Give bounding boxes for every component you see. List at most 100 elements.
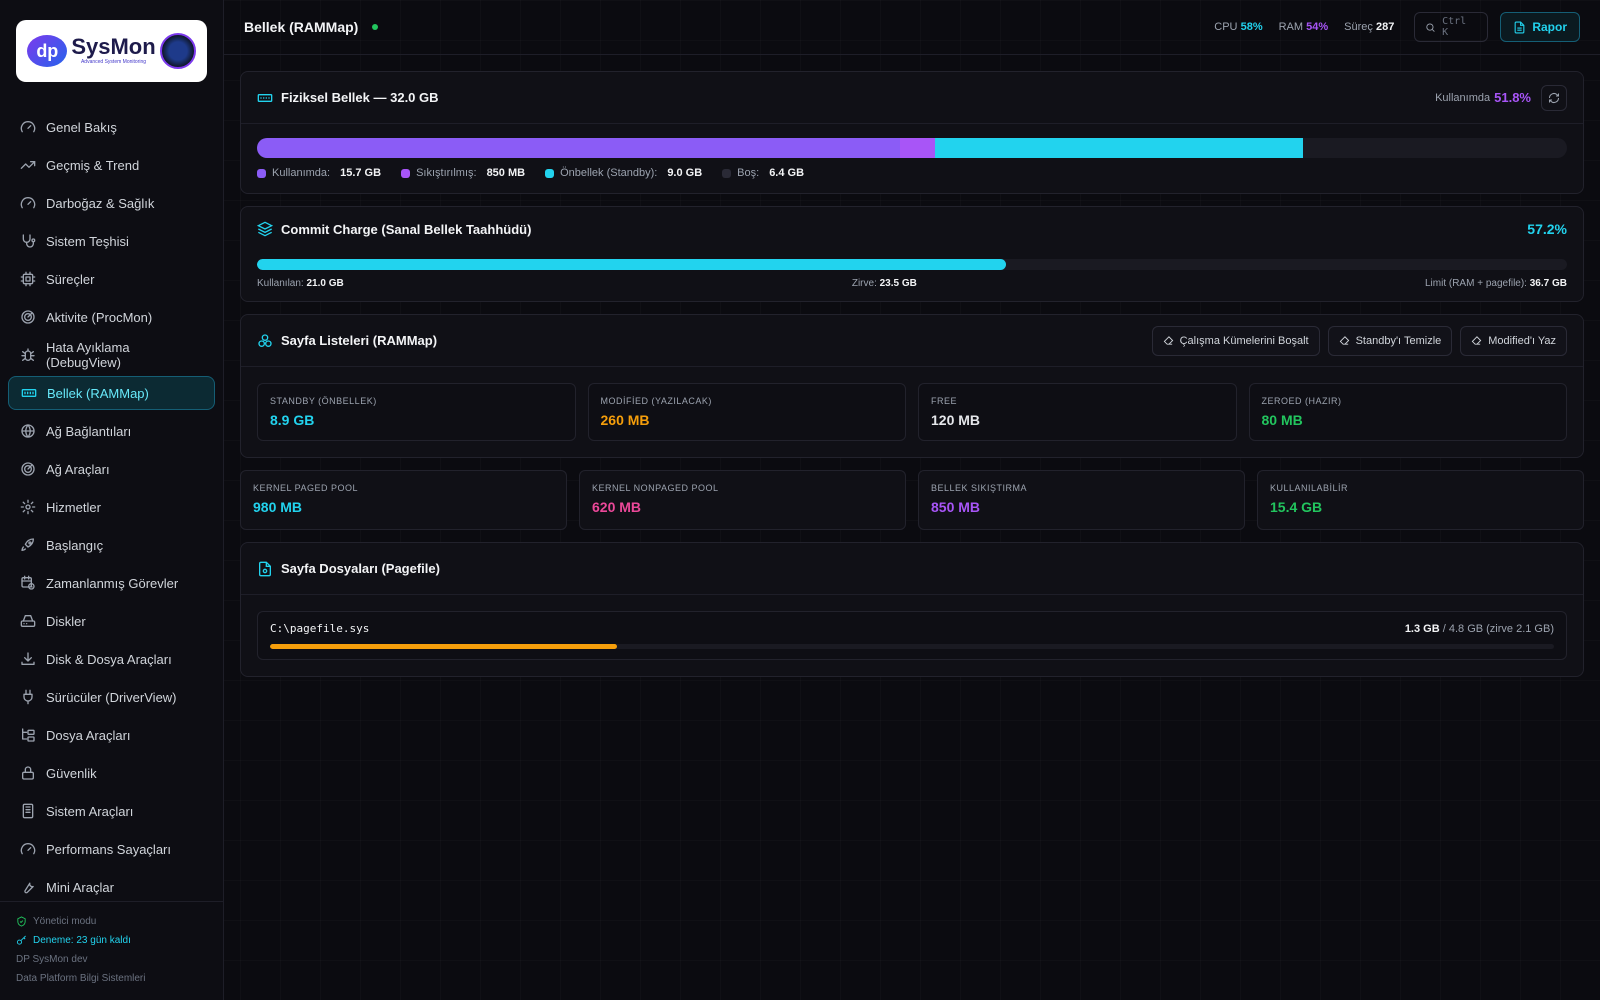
admin-mode-label: Yönetici modu bbox=[33, 916, 97, 927]
trend-icon bbox=[20, 161, 36, 169]
sidebar-item-label: Başlangıç bbox=[46, 537, 104, 553]
radar-icon bbox=[21, 462, 35, 476]
cpu-stat: CPU 58% bbox=[1214, 21, 1263, 33]
sidebar-item-aktivite-procmon[interactable]: Aktivite (ProcMon) bbox=[8, 300, 215, 334]
legend-value: 6.4 GB bbox=[769, 167, 805, 179]
sidebar-item-label: Ağ Bağlantıları bbox=[46, 423, 132, 439]
eraser-icon bbox=[1163, 336, 1173, 345]
trial-label[interactable]: Deneme: 23 gün kaldı bbox=[33, 931, 131, 950]
sidebar-item-s-r-c-ler-driverview[interactable]: Sürücüler (DriverView) bbox=[8, 680, 215, 714]
tile-value: 15.4 GB bbox=[1270, 499, 1323, 515]
legend-label: Sıkıştırılmış: bbox=[416, 167, 477, 179]
legend-label: Boş: bbox=[737, 167, 760, 179]
logo-mark: dp bbox=[27, 35, 68, 67]
sidebar-item-g-venlik[interactable]: Güvenlik bbox=[8, 756, 215, 790]
tile-value: 80 MB bbox=[1261, 412, 1303, 428]
sidebar-item-ge-mi-trend[interactable]: Geçmiş & Trend bbox=[8, 148, 215, 182]
memory-segment bbox=[934, 138, 1303, 158]
sidebar-item-zamanlanm-g-revler[interactable]: Zamanlanmış Görevler bbox=[8, 566, 215, 600]
tile-value: 850 MB bbox=[931, 499, 981, 515]
boxes-icon bbox=[258, 333, 272, 347]
sidebar-item-hata-ay-klama-debugview[interactable]: Hata Ayıklama (DebugView) bbox=[8, 338, 215, 372]
write-modified-button[interactable]: Modified'ı Yaz bbox=[1460, 325, 1567, 356]
gauge-icon bbox=[20, 197, 36, 209]
page-list-tile: STANDBY (ÖNBELLEK) 8.9 GB bbox=[257, 383, 576, 441]
pool-tile: KERNEL NONPAGED POOL 620 MB bbox=[579, 470, 906, 530]
pool-tile: KULLANILABİLİR 15.4 GB bbox=[1257, 470, 1584, 530]
empty-working-sets-button[interactable]: Çalışma Kümelerini Boşalt bbox=[1151, 325, 1320, 356]
legend-swatch bbox=[545, 168, 555, 178]
commit-percent: 57.2% bbox=[1527, 221, 1567, 237]
pagefile-row: C:\pagefile.sys 1.3 GB / 4.8 GB (zirve 2… bbox=[257, 611, 1567, 660]
usage-label: Kullanımda bbox=[1435, 91, 1491, 104]
page-list-tile: FREE 120 MB bbox=[918, 383, 1237, 441]
pagefile-bar bbox=[270, 644, 1554, 649]
sidebar-item-diskler[interactable]: Diskler bbox=[8, 604, 215, 638]
pool-tile: KERNEL PAGED POOL 980 MB bbox=[240, 470, 567, 530]
refresh-icon bbox=[1549, 92, 1559, 103]
tile-value: 8.9 GB bbox=[270, 412, 315, 428]
gauge-icon bbox=[20, 843, 36, 855]
commit-charge-title: Commit Charge (Sanal Bellek Taahhüdü) bbox=[281, 221, 532, 237]
sidebar-item-dosya-ara-lar[interactable]: Dosya Araçları bbox=[8, 718, 215, 752]
sidebar-item-label: Sistem Araçları bbox=[46, 803, 134, 819]
pool-tiles: KERNEL PAGED POOL 980 MB KERNEL NONPAGED P… bbox=[240, 470, 1584, 530]
sidebar-item-darbo-az-sa-l-k[interactable]: Darboğaz & Sağlık bbox=[8, 186, 215, 220]
pagefile-path: C:\pagefile.sys bbox=[270, 622, 370, 635]
legend-swatch bbox=[401, 168, 411, 178]
sidebar-item-bellek-rammap[interactable]: Bellek (RAMMap) bbox=[8, 376, 215, 410]
sidebar-item-label: Disk & Dosya Araçları bbox=[46, 651, 172, 667]
radar-icon bbox=[21, 310, 35, 324]
sidebar-item-hizmetler[interactable]: Hizmetler bbox=[8, 490, 215, 524]
search-shortcut: Ctrl K bbox=[1442, 16, 1467, 38]
tile-label: ZEROED (HAZIR) bbox=[1261, 396, 1342, 406]
sidebar-item-label: Süreçler bbox=[46, 271, 95, 287]
memory-segment bbox=[899, 138, 935, 158]
lock-icon bbox=[22, 766, 34, 780]
sidebar-item-label: Hata Ayıklama (DebugView) bbox=[46, 340, 130, 370]
eraser-icon bbox=[1339, 336, 1349, 345]
tile-label: STANDBY (ÖNBELLEK) bbox=[270, 396, 377, 406]
sidebar-item-label: Sürücüler (DriverView) bbox=[46, 689, 177, 705]
search-button[interactable]: Ctrl K bbox=[1414, 12, 1489, 42]
report-button[interactable]: Rapor bbox=[1500, 12, 1580, 42]
physical-memory-title: Fiziksel Bellek — 32.0 GB bbox=[281, 90, 439, 105]
gauge-icon bbox=[20, 121, 36, 133]
sidebar-item-label: Güvenlik bbox=[46, 765, 97, 781]
logo-subtitle: Advanced System Monitoring bbox=[80, 59, 147, 65]
logo[interactable]: dp SysMon Advanced System Monitoring bbox=[16, 20, 207, 82]
sidebar-item-a-ara-lar[interactable]: Ağ Araçları bbox=[8, 452, 215, 486]
tile-label: FREE bbox=[931, 396, 958, 406]
sidebar-item-sistem-te-hisi[interactable]: Sistem Teşhisi bbox=[8, 224, 215, 258]
tile-value: 120 MB bbox=[931, 412, 981, 428]
legend-value: 850 MB bbox=[486, 167, 526, 179]
refresh-button[interactable] bbox=[1541, 84, 1567, 111]
shield-check-icon bbox=[17, 916, 26, 927]
memory-segment bbox=[1302, 138, 1565, 158]
sidebar-item-performans-saya-lar[interactable]: Performans Sayaçları bbox=[8, 832, 215, 866]
sidebar-item-label: Hizmetler bbox=[46, 499, 101, 515]
commit-charge-fill bbox=[257, 259, 1007, 270]
sidebar-item-label: Mini Araçlar bbox=[46, 879, 114, 895]
tile-label: KERNEL NONPAGED POOL bbox=[592, 483, 719, 493]
sidebar-item-sistem-ara-lar[interactable]: Sistem Araçları bbox=[8, 794, 215, 828]
sidebar-item-mini-ara-lar[interactable]: Mini Araçlar bbox=[8, 870, 215, 901]
pagefile-title: Sayfa Dosyaları (Pagefile) bbox=[281, 561, 440, 576]
tile-label: BELLEK SIKIŞTIRMA bbox=[931, 483, 1028, 493]
sidebar-nav: Genel Bakış Geçmiş & Trend Darboğaz & Sağl… bbox=[0, 110, 223, 901]
physical-memory-bar bbox=[257, 138, 1567, 158]
commit-charge-bar bbox=[257, 259, 1567, 270]
version-label: DP SysMon dev bbox=[16, 954, 88, 965]
sidebar-item-ba-lang[interactable]: Başlangıç bbox=[8, 528, 215, 562]
sidebar-item-disk-dosya-ara-lar[interactable]: Disk & Dosya Araçları bbox=[8, 642, 215, 676]
sidebar-item-label: Genel Bakış bbox=[46, 119, 117, 135]
legend-item: Sıkıştırılmış: 850 MB bbox=[401, 167, 525, 179]
sidebar-item-s-re-ler[interactable]: Süreçler bbox=[8, 262, 215, 296]
sidebar-item-a-ba-lant-lar[interactable]: Ağ Bağlantıları bbox=[8, 414, 215, 448]
legend-item: Önbellek (Standby): 9.0 GB bbox=[545, 167, 702, 179]
wrench-icon bbox=[24, 882, 34, 894]
pagefile-size: 1.3 GB / 4.8 GB (zirve 2.1 GB) bbox=[1404, 622, 1554, 635]
clear-standby-button[interactable]: Standby'ı Temizle bbox=[1327, 325, 1453, 356]
sidebar-item-genel-bak[interactable]: Genel Bakış bbox=[8, 110, 215, 144]
page-lists-title: Sayfa Listeleri (RAMMap) bbox=[281, 333, 438, 348]
